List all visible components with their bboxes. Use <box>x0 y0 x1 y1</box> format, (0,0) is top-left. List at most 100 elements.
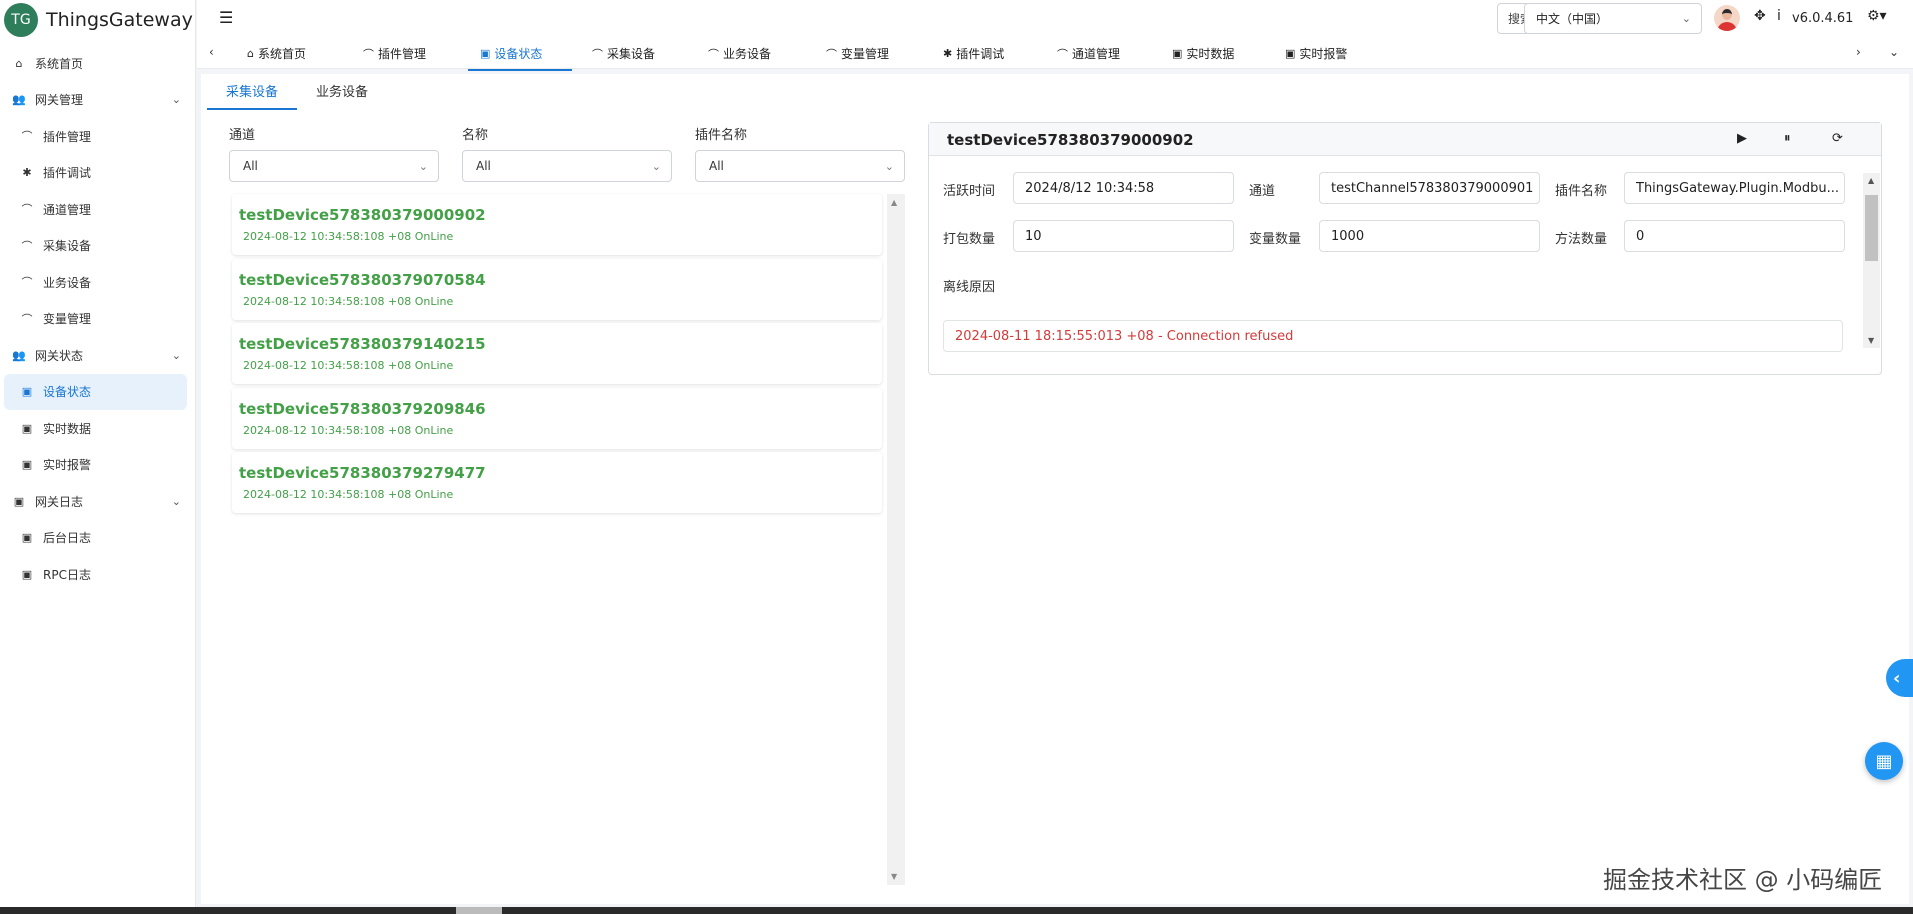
top-bar: ☰ 搜索页面 ⌕ 中文（中国） ⌄ ✥ i v6.0.4.61 ⚙▾ <box>197 0 1913 38</box>
subtab-business-device[interactable]: 业务设备 <box>297 84 387 110</box>
device-detail-card: testDevice578380379000902 ▶ ⏸ ⟳ 活跃时间 202… <box>928 122 1882 375</box>
sidebar-group-gateway-status[interactable]: 👥 网关状态 ⌄ <box>0 337 195 374</box>
sidebar-item-device-status[interactable]: ▣ 设备状态 <box>4 373 187 410</box>
bridge-icon: ⌒ <box>21 276 33 290</box>
list-item[interactable]: testDevice578380379000902 2024-08-12 10:… <box>232 194 882 255</box>
scroll-thumb[interactable] <box>1865 195 1878 261</box>
sidebar-item-realtime-data[interactable]: ▣ 实时数据 <box>0 410 195 447</box>
menu-toggle-icon[interactable]: ☰ <box>219 8 233 27</box>
brand[interactable]: TG ThingsGateway <box>0 0 195 40</box>
channel-field[interactable]: testChannel578380379000901 <box>1319 172 1540 204</box>
tab-plugin-management[interactable]: ⌒ 插件管理 <box>363 38 426 69</box>
book-icon: ▣ <box>21 458 33 472</box>
sidebar-item-realtime-alarm[interactable]: ▣ 实时报警 <box>0 447 195 484</box>
info-icon[interactable]: i <box>1777 8 1781 24</box>
filter-name-label: 名称 <box>462 128 489 143</box>
move-icon[interactable]: ✥ <box>1754 8 1766 24</box>
plugin-label: 插件名称 <box>1555 184 1608 199</box>
chevron-down-icon[interactable]: ⌄ <box>1889 45 1899 59</box>
language-select[interactable]: 中文（中国） ⌄ <box>1524 3 1702 34</box>
tab-device-status[interactable]: ▣ 设备状态 <box>467 38 574 71</box>
sidebar-item-label: 系统首页 <box>35 56 84 71</box>
detail-scrollbar[interactable]: ▲ ▼ <box>1863 173 1880 348</box>
avatar[interactable] <box>1714 5 1740 31</box>
active-time-field[interactable]: 2024/8/12 10:34:58 <box>1013 172 1234 204</box>
version-label: v6.0.4.61 <box>1792 11 1854 26</box>
list-item[interactable]: testDevice578380379140215 2024-08-12 10:… <box>232 323 882 384</box>
tab-variable-management[interactable]: ⌒ 变量管理 <box>826 38 889 69</box>
bug-icon: ✱ <box>22 166 32 180</box>
detail-title: testDevice578380379000902 <box>947 131 1194 149</box>
tab-home[interactable]: ⌂ 系统首页 <box>247 38 306 69</box>
pause-icon[interactable]: ⏸ <box>1784 131 1791 146</box>
device-list: testDevice578380379000902 2024-08-12 10:… <box>232 194 882 894</box>
tab-collect-device[interactable]: ⌒ 采集设备 <box>592 38 655 69</box>
offline-reason-field[interactable]: 2024-08-11 18:15:55:013 +08 - Connection… <box>943 320 1843 352</box>
sidebar-item-backend-log[interactable]: ▣ 后台日志 <box>0 520 195 557</box>
tab-label: 插件管理 <box>378 47 427 61</box>
device-name: testDevice578380379209846 <box>239 399 486 418</box>
language-value: 中文（中国） <box>1536 12 1609 26</box>
device-status: 2024-08-12 10:34:58:108 +08 OnLine <box>243 294 454 308</box>
bridge-icon: ⌒ <box>21 312 33 326</box>
tabs-scroll-right-icon[interactable]: › <box>1856 45 1861 59</box>
sidebar-item-business-device[interactable]: ⌒ 业务设备 <box>0 264 195 301</box>
device-status: 2024-08-12 10:34:58:108 +08 OnLine <box>243 359 454 372</box>
filter-plugin-select[interactable]: All ⌄ <box>695 150 905 182</box>
list-item[interactable]: testDevice578380379209846 2024-08-12 10:… <box>232 387 882 449</box>
filter-name-select[interactable]: All ⌄ <box>462 150 672 182</box>
sidebar-group-gateway-management[interactable]: 👥 网关管理 ⌄ <box>0 82 195 119</box>
tab-label: 通道管理 <box>1072 47 1121 61</box>
sidebar-item-channel-management[interactable]: ⌒ 通道管理 <box>0 191 195 228</box>
sidebar-item-rpc-log[interactable]: ▣ RPC日志 <box>0 556 195 593</box>
sidebar-group-gateway-log[interactable]: ▣ 网关日志 ⌄ <box>0 483 195 520</box>
book-icon: ▣ <box>21 531 33 545</box>
group-icon: 👥 <box>12 93 26 107</box>
device-list-scrollbar[interactable]: ▲ ▼ <box>887 194 905 885</box>
tab-label: 实时数据 <box>1186 47 1235 61</box>
refresh-icon[interactable]: ⟳ <box>1832 131 1843 146</box>
apps-grid-button[interactable]: ▦ <box>1865 742 1903 780</box>
sidebar-item-plugin-management[interactable]: ⌒ 插件管理 <box>0 118 195 155</box>
tab-channel-management[interactable]: ⌒ 通道管理 <box>1057 38 1120 69</box>
scroll-up-icon[interactable]: ▲ <box>1868 176 1874 185</box>
sidebar-item-label: 通道管理 <box>43 202 92 217</box>
method-count-field[interactable]: 0 <box>1624 220 1845 252</box>
sidebar: TG ThingsGateway ⌂ 系统首页 👥 网关管理 ⌄ ⌒ 插件管理 … <box>0 0 196 914</box>
tab-realtime-alarm[interactable]: ▣ 实时报警 <box>1285 38 1347 69</box>
sidebar-item-collect-device[interactable]: ⌒ 采集设备 <box>0 228 195 265</box>
play-icon[interactable]: ▶ <box>1737 131 1747 146</box>
scroll-down-icon[interactable]: ▼ <box>891 872 897 881</box>
device-status: 2024-08-12 10:34:58:108 +08 OnLine <box>243 230 454 243</box>
pack-count-field[interactable]: 10 <box>1013 220 1234 252</box>
book-icon: ▣ <box>1172 47 1183 60</box>
tab-realtime-data[interactable]: ▣ 实时数据 <box>1172 38 1234 69</box>
bridge-icon: ⌒ <box>826 47 837 61</box>
list-item[interactable]: testDevice578380379279477 2024-08-12 10:… <box>232 452 882 513</box>
chevron-down-icon: ⌄ <box>171 348 181 362</box>
sidebar-item-label: 后台日志 <box>43 531 92 546</box>
device-name: testDevice578380379140215 <box>239 335 486 353</box>
book-icon: ▣ <box>1285 47 1296 60</box>
book-icon: ▣ <box>21 385 33 399</box>
watermark: 掘金技术社区 @ 小码编匠 <box>1603 866 1883 894</box>
sidebar-item-plugin-debug[interactable]: ✱ 插件调试 <box>0 155 195 192</box>
grid-icon: ▦ <box>1875 750 1893 772</box>
tabs-scroll-left-icon[interactable]: ‹ <box>209 45 214 59</box>
device-name: testDevice578380379070584 <box>239 270 486 289</box>
scroll-down-icon[interactable]: ▼ <box>1868 336 1874 345</box>
sidebar-item-home[interactable]: ⌂ 系统首页 <box>0 45 195 82</box>
tab-business-device[interactable]: ⌒ 业务设备 <box>708 38 771 69</box>
variable-count-field[interactable]: 1000 <box>1319 220 1540 252</box>
plugin-field[interactable]: ThingsGateway.Plugin.Modbu... <box>1624 172 1845 204</box>
tab-plugin-debug[interactable]: ✱ 插件调试 <box>943 38 1004 69</box>
settings-icon[interactable]: ⚙▾ <box>1867 8 1887 24</box>
sidebar-item-variable-management[interactable]: ⌒ 变量管理 <box>0 301 195 338</box>
list-item[interactable]: testDevice578380379070584 2024-08-12 10:… <box>232 258 882 320</box>
scroll-up-icon[interactable]: ▲ <box>891 198 897 207</box>
tab-label: 插件调试 <box>956 47 1005 61</box>
filter-channel-select[interactable]: All ⌄ <box>229 150 439 182</box>
bug-icon: ✱ <box>943 47 953 60</box>
subtab-collect-device[interactable]: 采集设备 <box>207 84 298 110</box>
chevron-down-icon: ⌄ <box>884 159 894 173</box>
